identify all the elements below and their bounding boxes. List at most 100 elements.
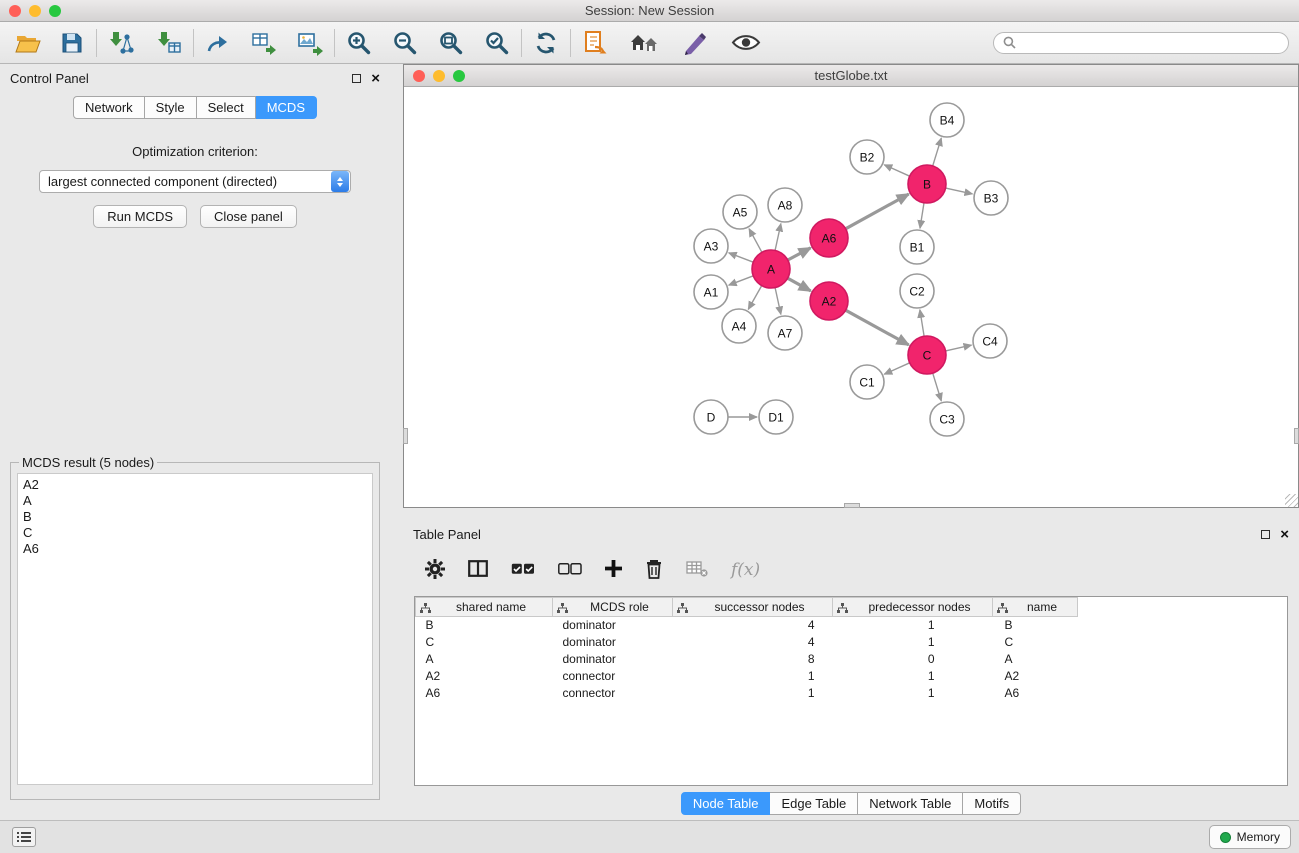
- export-network-button[interactable]: [202, 27, 234, 59]
- column-header[interactable]: name: [993, 598, 1078, 617]
- criterion-dropdown[interactable]: largest connected component (directed): [39, 170, 351, 193]
- table-cell[interactable]: 1: [833, 685, 993, 702]
- mcds-result-list[interactable]: A2ABCA6: [17, 473, 373, 785]
- control-tab-select[interactable]: Select: [197, 96, 256, 119]
- show-columns-button[interactable]: [468, 560, 488, 580]
- table-row[interactable]: Adominator80A: [416, 651, 1078, 668]
- table-tab-edge-table[interactable]: Edge Table: [770, 792, 858, 815]
- minimize-view-button[interactable]: [433, 70, 445, 82]
- close-view-button[interactable]: [413, 70, 425, 82]
- network-edge-A-A5[interactable]: [749, 229, 762, 253]
- table-cell[interactable]: A6: [416, 685, 553, 702]
- table-settings-button[interactable]: [425, 559, 445, 582]
- mcds-result-item[interactable]: A2: [23, 477, 367, 493]
- table-cell[interactable]: 1: [673, 668, 833, 685]
- search-input[interactable]: [1021, 36, 1279, 50]
- network-node-B4[interactable]: B4: [930, 103, 964, 137]
- apply-layout-button[interactable]: [530, 27, 562, 59]
- table-cell[interactable]: C: [993, 634, 1078, 651]
- table-cell[interactable]: 0: [833, 651, 993, 668]
- mcds-result-item[interactable]: C: [23, 525, 367, 541]
- network-node-A3[interactable]: A3: [694, 229, 728, 263]
- network-node-B2[interactable]: B2: [850, 140, 884, 174]
- network-node-B1[interactable]: B1: [900, 230, 934, 264]
- network-edge-C-C2[interactable]: [920, 310, 924, 336]
- import-table-button[interactable]: [153, 27, 185, 59]
- table-row[interactable]: A6connector11A6: [416, 685, 1078, 702]
- network-node-C1[interactable]: C1: [850, 365, 884, 399]
- network-node-C4[interactable]: C4: [973, 324, 1007, 358]
- close-window-button[interactable]: [9, 5, 21, 17]
- network-edge-B-B4[interactable]: [933, 138, 942, 166]
- close-panel-button[interactable]: Close panel: [200, 205, 297, 228]
- network-node-A6[interactable]: A6: [810, 219, 848, 257]
- delete-column-button[interactable]: [645, 558, 663, 582]
- network-edge-A-A3[interactable]: [729, 253, 754, 262]
- resize-grip-icon[interactable]: [1285, 494, 1298, 507]
- table-tab-node-table[interactable]: Node Table: [681, 792, 771, 815]
- network-node-A5[interactable]: A5: [723, 195, 757, 229]
- network-canvas[interactable]: B4B2BB3A5A8A6A3B1AA1C2A2A4A7C4CC1C3DD1: [404, 87, 1298, 507]
- zoom-out-button[interactable]: [389, 27, 421, 59]
- import-network-button[interactable]: [105, 27, 137, 59]
- network-node-C[interactable]: C: [908, 336, 946, 374]
- table-cell[interactable]: 4: [673, 634, 833, 651]
- table-cell[interactable]: A2: [993, 668, 1078, 685]
- control-tab-network[interactable]: Network: [73, 96, 145, 119]
- mcds-result-item[interactable]: B: [23, 509, 367, 525]
- table-cell[interactable]: 1: [833, 617, 993, 634]
- table-cell[interactable]: 1: [833, 668, 993, 685]
- network-node-D[interactable]: D: [694, 400, 728, 434]
- network-edge-B-B1[interactable]: [920, 203, 924, 228]
- network-node-B[interactable]: B: [908, 165, 946, 203]
- table-tab-motifs[interactable]: Motifs: [963, 792, 1021, 815]
- table-cell[interactable]: C: [416, 634, 553, 651]
- control-tab-mcds[interactable]: MCDS: [256, 96, 317, 119]
- close-table-panel-icon[interactable]: ×: [1280, 527, 1289, 542]
- network-node-B3[interactable]: B3: [974, 181, 1008, 215]
- network-edge-A-A7[interactable]: [775, 288, 781, 315]
- zoom-view-button[interactable]: [453, 70, 465, 82]
- network-edge-B-B2[interactable]: [884, 165, 909, 176]
- network-edge-A-A1[interactable]: [729, 276, 754, 285]
- tutorials-button[interactable]: [679, 27, 711, 59]
- table-cell[interactable]: A2: [416, 668, 553, 685]
- column-header[interactable]: predecessor nodes: [833, 598, 993, 617]
- table-row[interactable]: Bdominator41B: [416, 617, 1078, 634]
- minimize-window-button[interactable]: [29, 5, 41, 17]
- mcds-result-item[interactable]: A: [23, 493, 367, 509]
- network-node-A8[interactable]: A8: [768, 188, 802, 222]
- deselect-all-button[interactable]: [558, 563, 582, 578]
- table-cell[interactable]: A: [993, 651, 1078, 668]
- column-header[interactable]: shared name: [416, 598, 553, 617]
- network-edge-A-A6[interactable]: [788, 248, 811, 260]
- export-table-button[interactable]: [248, 27, 280, 59]
- table-cell[interactable]: 8: [673, 651, 833, 668]
- network-edge-C-C4[interactable]: [946, 345, 972, 351]
- table-tab-network-table[interactable]: Network Table: [858, 792, 963, 815]
- task-history-button[interactable]: [12, 827, 36, 847]
- memory-button[interactable]: Memory: [1209, 825, 1291, 849]
- float-panel-icon[interactable]: [352, 74, 361, 83]
- network-edge-A2-C[interactable]: [846, 310, 909, 345]
- network-node-A2[interactable]: A2: [810, 282, 848, 320]
- table-cell[interactable]: connector: [553, 668, 673, 685]
- network-node-A4[interactable]: A4: [722, 309, 756, 343]
- select-all-button[interactable]: [511, 563, 535, 578]
- table-cell[interactable]: dominator: [553, 651, 673, 668]
- table-cell[interactable]: 1: [673, 685, 833, 702]
- control-tab-style[interactable]: Style: [145, 96, 197, 119]
- panel-grip-left[interactable]: [403, 428, 408, 444]
- function-builder-button[interactable]: f(x): [731, 560, 760, 580]
- zoom-in-button[interactable]: [343, 27, 375, 59]
- news-button[interactable]: [579, 27, 611, 59]
- network-edge-C-C1[interactable]: [884, 363, 909, 374]
- run-mcds-button[interactable]: Run MCDS: [93, 205, 187, 228]
- save-session-button[interactable]: [56, 27, 88, 59]
- export-image-button[interactable]: [294, 27, 326, 59]
- search-box[interactable]: [993, 32, 1289, 54]
- panel-grip-bottom[interactable]: [844, 503, 860, 508]
- delete-table-button[interactable]: [686, 561, 708, 580]
- table-cell[interactable]: connector: [553, 685, 673, 702]
- table-row[interactable]: Cdominator41C: [416, 634, 1078, 651]
